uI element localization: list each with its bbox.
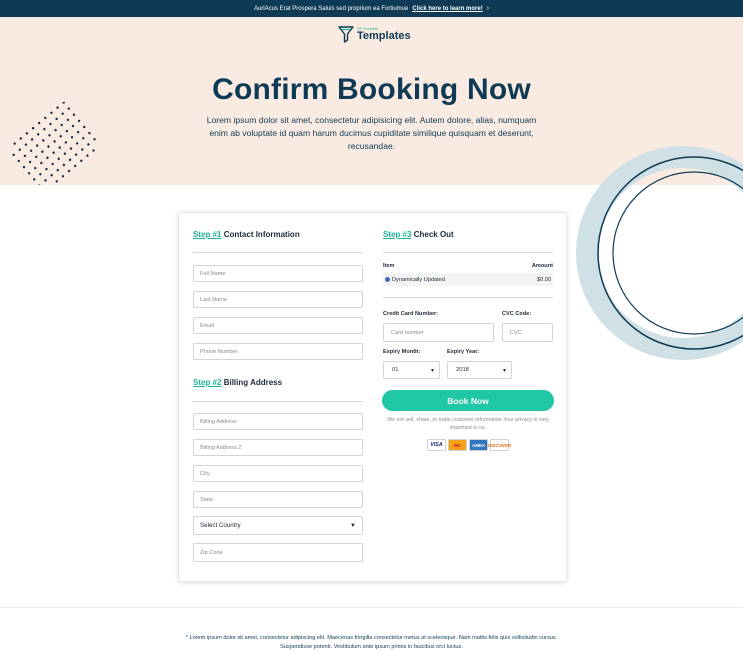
order-table-row[interactable]: Dynamically Updated $0.00 (383, 273, 553, 286)
step1-number: Step #1 (193, 230, 222, 239)
full-name-field[interactable]: Full Name (193, 265, 363, 282)
country-select[interactable]: Select Country ▼ (193, 516, 363, 535)
caret-down-icon: ▾ (502, 367, 506, 374)
mastercard-icon: MC (448, 439, 467, 451)
expiry-month-select[interactable]: 01 ▾ (383, 361, 440, 379)
card-number-field[interactable]: Card number (383, 323, 494, 342)
dot-pattern-decoration (12, 102, 96, 185)
step3-label: Check Out (413, 230, 454, 239)
amount-column-header: Amount (531, 263, 553, 269)
order-item-amount: $0.00 (537, 276, 551, 283)
expiry-month-label: Expiry Month: (383, 349, 421, 355)
announcement-bar: AurlAcus Erat Prospera Saluis sed propri… (0, 0, 743, 17)
book-now-button[interactable]: Book Now (382, 390, 554, 411)
order-item-name: Dynamically Updated (392, 276, 445, 283)
last-name-field[interactable]: Last Name (193, 291, 363, 308)
expiry-month-value: 01 (392, 367, 399, 373)
privacy-note: We not sell, share, or trade customer in… (387, 417, 549, 431)
visa-icon: VISA (427, 439, 446, 451)
funnel-icon (338, 25, 354, 43)
ring-decoration (576, 146, 743, 360)
cvc-label: CVC Code: (502, 311, 532, 317)
state-field[interactable]: State (193, 491, 363, 508)
billing-address-field[interactable]: Billing Address (193, 413, 363, 430)
zip-code-field[interactable]: Zip Code (193, 543, 363, 562)
card-number-label: Credit Card Number: (383, 311, 439, 317)
booking-form-card: Step #1 Contact Information Full Name La… (178, 212, 567, 582)
expiry-year-select[interactable]: 2018 ▾ (447, 361, 512, 379)
hero-description: Lorem ipsum dolor sit amet, consectetur … (206, 115, 537, 151)
step2-label: Billing Address (223, 378, 283, 387)
cvc-field[interactable]: CVC (502, 323, 553, 342)
step2-heading: Step #2 Billing Address (193, 378, 282, 387)
amex-icon: AMEX (469, 439, 488, 451)
expiry-year-value: 2018 (456, 367, 469, 373)
step3-number: Step #3 (383, 230, 412, 239)
step1-heading: Step #1 Contact Information (193, 230, 300, 239)
footer-disclaimer: * Lorem ipsum dolor sit amet, consectetu… (185, 635, 558, 650)
logo-title: Templates (357, 29, 411, 42)
order-table-header: Item Amount (383, 263, 553, 273)
step3-divider (383, 252, 553, 253)
billing-address-2-field[interactable]: Billing Address 2 (193, 439, 363, 456)
step2-number: Step #2 (193, 378, 222, 387)
email-field[interactable]: Email (193, 317, 363, 334)
country-select-value: Select Country (200, 522, 241, 529)
expiry-year-label: Expiry Year: (447, 349, 480, 355)
item-column-header: Item (383, 263, 395, 269)
radio-selected-icon[interactable] (385, 276, 390, 282)
payment-card-logos: VISA MC AMEX DISCOVER (427, 439, 511, 451)
page-title: Confirm Booking Now (212, 73, 531, 106)
discover-icon: DISCOVER (488, 439, 511, 451)
step3-heading: Step #3 Check Out (383, 230, 454, 239)
logo[interactable]: GF Funnels Templates (338, 25, 411, 43)
footer-divider (0, 607, 743, 608)
learn-more-link[interactable]: Click here to learn more! (412, 6, 482, 12)
step1-divider (193, 252, 363, 253)
announcement-text: AurlAcus Erat Prospera Saluis sed propri… (253, 5, 409, 12)
step2-divider (193, 401, 363, 402)
step1-label: Contact Information (223, 230, 300, 239)
caret-down-icon: ▾ (430, 367, 434, 374)
caret-down-icon: ▼ (350, 522, 356, 529)
city-field[interactable]: City (193, 465, 363, 482)
chevron-right-icon[interactable]: › (487, 5, 489, 12)
order-divider (383, 297, 553, 298)
phone-field[interactable]: Phone Number (193, 343, 363, 360)
